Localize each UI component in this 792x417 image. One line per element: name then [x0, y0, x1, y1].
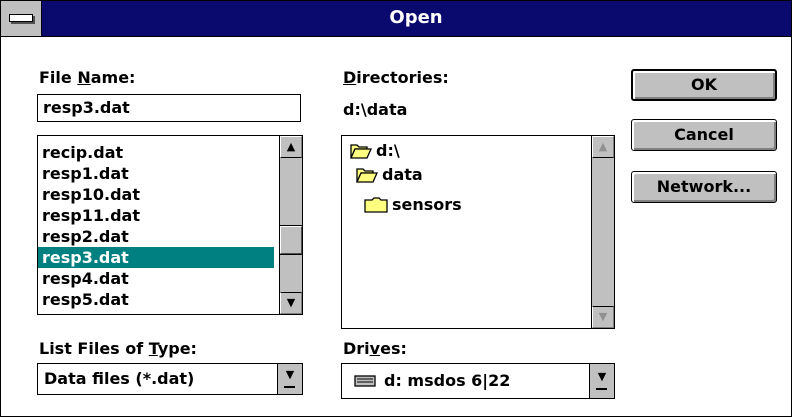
directory-item-sensors[interactable]: sensors	[364, 194, 462, 216]
scroll-thumb[interactable]	[279, 225, 303, 255]
current-directory-path: d:\data	[343, 100, 408, 119]
network-button[interactable]: Network...	[631, 171, 777, 203]
file-list-item[interactable]: recip.dat	[42, 142, 123, 163]
open-folder-icon	[355, 168, 379, 183]
file-list-item[interactable]: resp10.dat	[42, 184, 140, 205]
file-list-item[interactable]: resp4.dat	[42, 268, 129, 289]
ok-button[interactable]: OK	[631, 69, 777, 101]
drive-value: d: msdos 6|22	[384, 371, 511, 390]
dropdown-arrow-icon: ▼	[285, 368, 295, 381]
file-type-label: List Files of Type:	[39, 339, 197, 358]
open-dialog: Open File Name: resp3.dat recip.dat resp1…	[0, 0, 792, 417]
file-list-item[interactable]: resp5.dat	[42, 289, 129, 310]
file-list-item[interactable]: resp1.dat	[42, 163, 129, 184]
directories-label: Directories:	[343, 68, 449, 87]
drives-label: Drives:	[343, 339, 407, 358]
file-type-dropdown-button[interactable]: ▼	[277, 364, 302, 394]
arrow-down-icon: ▼	[286, 296, 296, 309]
arrow-up-icon: ▲	[598, 140, 608, 153]
file-name-input[interactable]: resp3.dat	[37, 94, 301, 122]
directory-item-data[interactable]: data	[355, 164, 423, 186]
drive-icon	[354, 375, 376, 387]
system-menu-button[interactable]	[1, 1, 42, 36]
arrow-up-icon: ▲	[286, 140, 296, 153]
file-name-label: File Name:	[39, 68, 136, 87]
directory-list-scrollbar[interactable]: ▲ ▼	[591, 136, 614, 328]
drives-dropdown-button[interactable]: ▼	[589, 364, 614, 398]
scroll-down-button[interactable]: ▼	[592, 306, 614, 328]
title-bar[interactable]: Open	[1, 1, 791, 37]
directory-item-root[interactable]: d:\	[349, 140, 400, 162]
scroll-down-button[interactable]: ▼	[280, 292, 302, 314]
system-menu-icon	[9, 14, 33, 22]
file-list-item[interactable]: resp11.dat	[42, 205, 140, 226]
scroll-up-button[interactable]: ▲	[280, 136, 302, 158]
file-listbox[interactable]: recip.dat resp1.dat resp10.dat resp11.dat re…	[37, 135, 303, 315]
dropdown-arrow-icon: ▼	[597, 370, 607, 383]
file-list-scrollbar[interactable]: ▲ ▼	[279, 136, 303, 314]
scroll-up-button[interactable]: ▲	[592, 136, 614, 158]
arrow-down-icon: ▼	[598, 310, 608, 323]
dialog-title: Open	[389, 7, 443, 28]
directory-listbox[interactable]: d:\ data sensors ▲ ▼	[341, 135, 615, 329]
open-folder-icon	[349, 144, 373, 159]
file-list-item[interactable]: resp2.dat	[42, 226, 129, 247]
drives-select[interactable]: d: msdos 6|22 ▼	[341, 363, 615, 399]
cancel-button[interactable]: Cancel	[631, 119, 777, 151]
file-type-select[interactable]: Data files (*.dat) ▼	[37, 363, 303, 395]
folder-icon	[364, 197, 388, 213]
file-list-item[interactable]: resp3.dat	[38, 247, 274, 268]
file-type-value: Data files (*.dat)	[44, 369, 195, 388]
